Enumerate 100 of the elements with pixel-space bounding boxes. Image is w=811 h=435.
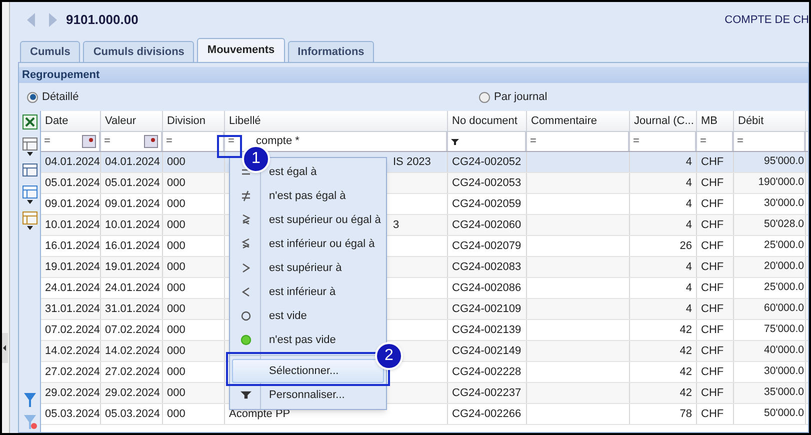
table-cell-text: CHF xyxy=(701,196,724,212)
table-cell-text: 09.01.2024 xyxy=(105,196,160,212)
filter-operator[interactable]: = xyxy=(104,133,118,150)
collapse-handle-icon[interactable] xyxy=(2,333,8,363)
account-title: COMPTE DE CH xyxy=(724,12,809,28)
filter-operator[interactable]: = xyxy=(700,133,714,150)
filter-icon[interactable] xyxy=(22,392,36,408)
table-cell-text: 60'000.0 xyxy=(764,301,804,316)
table-cell-text: 4 xyxy=(686,154,692,170)
tab[interactable]: Informations xyxy=(288,41,374,62)
table-cell-text: 27.02.2024 xyxy=(105,364,160,380)
table-cell-text: CG24-002052 xyxy=(452,154,522,170)
table-cell-text: 14.02.2024 xyxy=(105,344,160,359)
table-cell-text: 000 xyxy=(167,302,186,317)
table-cell-text: 000 xyxy=(167,176,186,191)
table-cell-text: 24.01.2024 xyxy=(105,280,160,296)
table-cell-text: 000 xyxy=(167,386,186,401)
column-header[interactable]: Division xyxy=(163,111,225,131)
less-equal-icon xyxy=(240,238,252,250)
menu-item[interactable]: Personnaliser... xyxy=(232,383,384,407)
table-cell-text: CHF xyxy=(701,176,724,191)
table-cell-text: CHF xyxy=(701,238,724,254)
table-cell-text: 19.01.2024 xyxy=(45,260,100,275)
table-cell-text: CG24-002060 xyxy=(452,218,522,233)
radio-option[interactable]: Par journal xyxy=(479,88,548,106)
table-cell-text: 42 xyxy=(680,386,692,401)
table-cell-text: CHF xyxy=(701,344,724,359)
account-number: 9101.000.00 xyxy=(66,11,138,30)
table-cell-text: CG24-002086 xyxy=(452,280,522,296)
table-cell-text: 000 xyxy=(167,196,186,212)
calendar-icon[interactable] xyxy=(144,135,158,148)
table-cell-text: 42 xyxy=(680,344,692,359)
table-cell-text: 07.02.2024 xyxy=(105,322,160,338)
table-cell-text: 05.03.2024 xyxy=(105,406,160,422)
clear-filter-icon[interactable] xyxy=(22,414,36,430)
table-cell-text: 04.01.2024 xyxy=(45,154,100,170)
table-cell-text: 30'000.0 xyxy=(764,196,804,212)
table-cell-text: 75'000.0 xyxy=(764,322,804,338)
column-header[interactable]: Valeur xyxy=(101,111,163,131)
table-cell-text: 000 xyxy=(167,280,186,296)
table-cell-text: 30'000.0 xyxy=(764,364,804,380)
column-header[interactable]: MB xyxy=(697,111,734,131)
filter-operator[interactable]: = xyxy=(44,133,58,150)
table-cell-text: CHF xyxy=(701,218,724,233)
table-cell-text: CHF xyxy=(701,364,724,380)
table-cell-text: 09.01.2024 xyxy=(45,196,100,212)
column-header[interactable]: Journal (C... xyxy=(630,111,697,131)
table-cell-text: CG24-002059 xyxy=(452,196,522,212)
table-cell-text: 42 xyxy=(680,322,692,338)
column-header[interactable]: Date xyxy=(41,111,101,131)
filter-operator[interactable]: = xyxy=(530,133,544,150)
table-cell-text: 29.02.2024 xyxy=(45,386,100,401)
column-header[interactable]: Débit xyxy=(734,111,806,131)
table-cell-text: CHF xyxy=(701,386,724,401)
table-cell-text: 000 xyxy=(167,344,186,359)
table-cell-text: CG24-002083 xyxy=(452,260,522,275)
tab[interactable]: Cumuls divisions xyxy=(83,41,194,62)
column-header[interactable]: No document xyxy=(448,111,527,131)
table-cell-text: 16.01.2024 xyxy=(105,238,160,254)
filled-dot-icon xyxy=(240,334,252,346)
column-header[interactable]: Commentaire xyxy=(527,111,630,131)
table-cell-text: 10.01.2024 xyxy=(105,218,160,233)
table-cell-text: CG24-002139 xyxy=(452,322,522,338)
spreadsheet-export-icon[interactable] xyxy=(22,114,38,130)
table-cell-text: 000 xyxy=(167,260,186,275)
table-cell-text: CHF xyxy=(701,260,724,275)
menu-item[interactable]: Sélectionner... xyxy=(232,359,384,383)
table-cell-text: 25'000.0 xyxy=(764,280,804,296)
table-cell-text: 50'000.0 xyxy=(764,406,804,422)
menu-item[interactable]: est supérieur à xyxy=(232,256,384,280)
table-cell-text: CG24-002053 xyxy=(452,176,522,191)
table-cell-text: 000 xyxy=(167,238,186,254)
table-cell-text: CHF xyxy=(701,406,724,422)
filter-operator[interactable]: = xyxy=(633,133,647,150)
table-cell-text: 05.03.2024 xyxy=(45,406,100,422)
radio-option[interactable]: Détaillé xyxy=(27,88,479,106)
table-cell-text: 50'028.0 xyxy=(764,217,804,232)
grid-layout-icon[interactable] xyxy=(22,162,38,178)
table-cell-text: 04.01.2024 xyxy=(105,154,160,170)
table-cell-text: 26 xyxy=(680,238,692,254)
table-cell-text: 000 xyxy=(167,406,186,422)
filter-operator[interactable]: = xyxy=(737,133,751,150)
filter-operator[interactable]: = xyxy=(166,133,180,150)
table-cell-text: CHF xyxy=(701,154,724,170)
table-cell-text: 4 xyxy=(686,218,692,233)
table-cell-text: 42 xyxy=(680,364,692,380)
funnel-icon[interactable] xyxy=(451,138,459,146)
filter-operator[interactable]: = xyxy=(228,133,242,150)
table-cell-text: 24.01.2024 xyxy=(45,280,100,296)
column-header[interactable]: Libellé xyxy=(225,111,448,131)
table-cell-text: IS 2023 xyxy=(393,154,431,170)
table-cell-text: CG24-002109 xyxy=(452,302,522,317)
tab[interactable]: Mouvements xyxy=(197,38,285,62)
table-cell-text: 4 xyxy=(686,302,692,317)
calendar-icon[interactable] xyxy=(82,135,96,148)
table-cell-text: 16.01.2024 xyxy=(45,238,100,254)
table-cell-text: CHF xyxy=(701,280,724,296)
table-cell-text: 4 xyxy=(686,280,692,296)
tab[interactable]: Cumuls xyxy=(20,41,80,62)
table-cell-text: CHF xyxy=(701,302,724,317)
